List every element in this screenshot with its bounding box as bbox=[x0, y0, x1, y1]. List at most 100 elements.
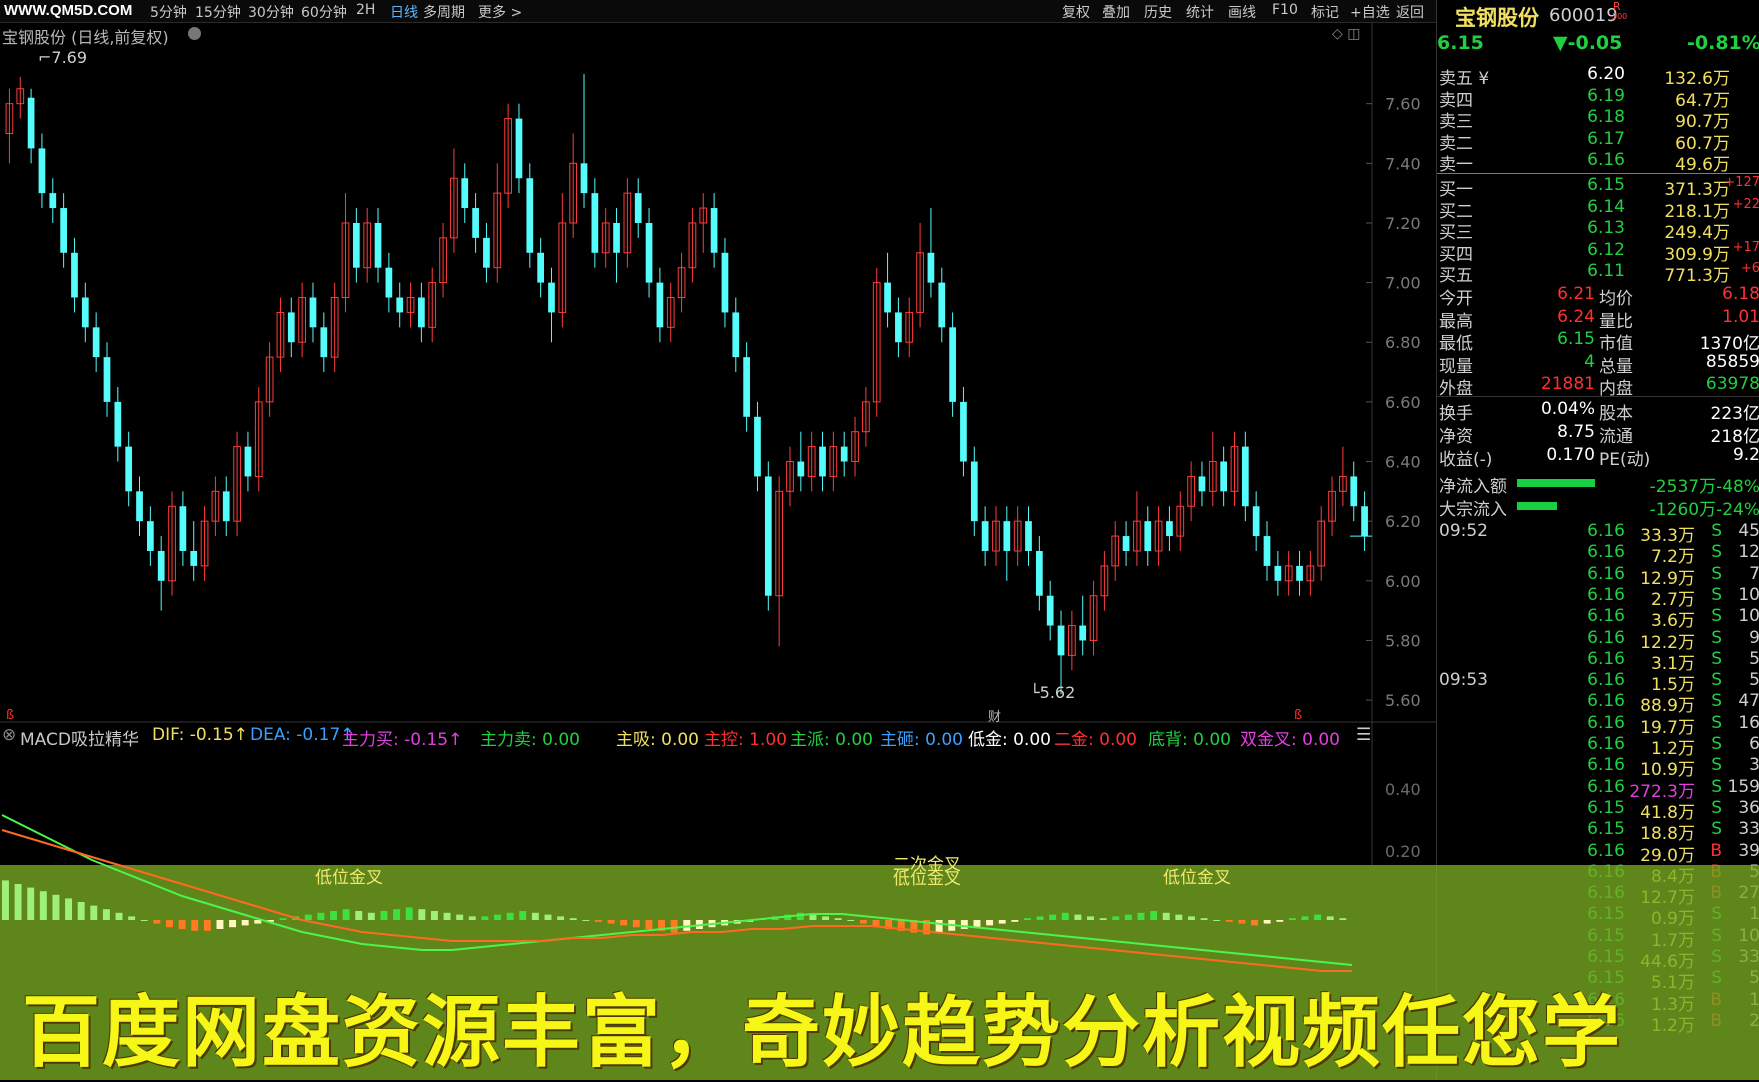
stat-label: 今开 bbox=[1439, 289, 1473, 309]
tick-count: 39 bbox=[1738, 840, 1759, 861]
bid-label: 买五 bbox=[1439, 266, 1473, 286]
tick-side: S bbox=[1711, 797, 1722, 818]
indicator-menu-icon[interactable]: ☰ bbox=[1356, 725, 1371, 745]
stat-value: 21881 bbox=[1540, 374, 1595, 394]
tick-side: S bbox=[1711, 584, 1722, 605]
candle-body bbox=[1046, 595, 1054, 626]
pct-change: -0.81% bbox=[1687, 32, 1759, 54]
stat-row: 现量 4 总量 85859 bbox=[1437, 352, 1759, 377]
bid-price: 6.14 bbox=[1587, 196, 1625, 217]
stat2-value: 0.04% bbox=[1540, 399, 1595, 419]
candle-body bbox=[634, 193, 642, 223]
bid-price: 6.11 bbox=[1587, 261, 1625, 281]
macd-annotation-3: 低位金叉 bbox=[893, 869, 961, 889]
tick-count: 10 bbox=[1738, 606, 1759, 627]
flow-bar bbox=[1517, 501, 1557, 510]
stat2-value-2: 9.2 bbox=[1732, 445, 1759, 465]
stat-value-2: 1.01 bbox=[1722, 306, 1759, 327]
stat2-label-2: PE(动) bbox=[1599, 450, 1651, 470]
stat-label-2: 均价 bbox=[1599, 289, 1633, 309]
bid-price: 6.13 bbox=[1587, 218, 1625, 238]
flow-label: 大宗流入 bbox=[1439, 499, 1507, 520]
indicator-toggle-icon[interactable]: ⊗ bbox=[2, 725, 16, 745]
bid-row: 买五 6.11 771.3万 +6 bbox=[1437, 261, 1759, 286]
tick-side: S bbox=[1711, 819, 1722, 840]
price-tick-label: 5.60 bbox=[1385, 691, 1421, 710]
candle-body bbox=[385, 267, 393, 298]
candle-body bbox=[38, 148, 46, 194]
candle-body bbox=[743, 357, 750, 417]
candle-body bbox=[797, 461, 805, 477]
stat-value-2: 1370亿 bbox=[1699, 334, 1759, 354]
tick-price: 6.16 bbox=[1587, 584, 1625, 605]
stat2-value-2: 218亿 bbox=[1710, 427, 1759, 447]
bid-row: 买四 6.12 309.9万 +17 bbox=[1437, 239, 1759, 265]
stat-value-2: 6.18 bbox=[1722, 284, 1759, 304]
candle-body bbox=[884, 282, 891, 313]
candle-body bbox=[418, 297, 425, 328]
tick-side: B bbox=[1710, 840, 1722, 861]
candle-body bbox=[1144, 521, 1152, 551]
candle-body bbox=[483, 237, 490, 268]
tick-price: 6.16 bbox=[1587, 734, 1625, 754]
stat-label-2: 市值 bbox=[1599, 334, 1633, 354]
stat-label-2: 总量 bbox=[1599, 356, 1633, 377]
indicator-name[interactable]: MACD吸拉精华 bbox=[20, 725, 139, 750]
candle-body bbox=[190, 550, 198, 566]
candle-body bbox=[548, 282, 555, 313]
tick-side: S bbox=[1711, 734, 1722, 754]
tick-row: 6.16 1.2万 S 6 bbox=[1437, 734, 1759, 759]
candle-body bbox=[352, 222, 360, 268]
tick-row: 6.16 12.2万 S 9 bbox=[1437, 627, 1759, 653]
candle-body bbox=[114, 401, 122, 447]
tick-row: 6.16 88.9万 S 47 bbox=[1437, 691, 1759, 716]
stat2-label: 收益(-) bbox=[1439, 450, 1493, 470]
ask-price: 6.19 bbox=[1587, 85, 1625, 106]
indicator-tick-label: 0.40 bbox=[1385, 780, 1421, 799]
tick-count: 10 bbox=[1738, 584, 1759, 605]
candle-body bbox=[1166, 521, 1173, 537]
tick-count: 5 bbox=[1749, 670, 1759, 691]
bid-price: 6.12 bbox=[1587, 239, 1625, 260]
candle-body bbox=[396, 297, 404, 313]
tick-count: 9 bbox=[1749, 627, 1759, 648]
stat2-row: 净资 8.75 流通 218亿 bbox=[1437, 422, 1759, 447]
stock-name: 宝钢股份 bbox=[1455, 6, 1539, 30]
tick-price: 6.16 bbox=[1587, 648, 1625, 669]
candle-body bbox=[1350, 476, 1358, 507]
tick-row: 6.16 29.0万 B 39 bbox=[1437, 840, 1759, 866]
tick-count: 159 bbox=[1727, 776, 1759, 797]
ask-price: 6.20 bbox=[1587, 64, 1625, 84]
tick-price: 6.16 bbox=[1587, 670, 1625, 691]
indicator-item: 低金: 0.00 bbox=[968, 730, 1051, 750]
tick-count: 45 bbox=[1738, 521, 1759, 541]
tick-side: S bbox=[1711, 712, 1722, 733]
candle-body bbox=[981, 521, 989, 551]
tick-side: S bbox=[1711, 521, 1722, 541]
tick-price: 6.16 bbox=[1587, 627, 1625, 648]
stock-code: 600019 bbox=[1549, 5, 1618, 26]
tick-row: 6.16 272.3万 S 159 bbox=[1437, 776, 1759, 802]
tick-price: 6.15 bbox=[1587, 819, 1625, 840]
tick-side: S bbox=[1711, 606, 1722, 627]
candle-body bbox=[222, 491, 230, 522]
ask-price: 6.16 bbox=[1587, 150, 1625, 170]
ask-label: 卖一 bbox=[1439, 155, 1473, 175]
stat-value: 6.15 bbox=[1557, 329, 1595, 349]
stat2-row: 收益(-) 0.170 PE(动) 9.2 bbox=[1437, 445, 1759, 470]
candle-body bbox=[645, 222, 653, 283]
price-tick-label: 7.40 bbox=[1385, 154, 1421, 173]
video-caption-text: 百度网盘资源丰富，奇妙趋势分析视频任您学 bbox=[22, 988, 1623, 1078]
flow-value: -2537万-48% bbox=[1649, 477, 1759, 497]
candle-body bbox=[49, 193, 57, 209]
stat2-value: 0.170 bbox=[1546, 445, 1595, 465]
bid-delta: +6 bbox=[1740, 261, 1759, 276]
candle-body bbox=[27, 97, 35, 149]
candle-body bbox=[157, 550, 165, 581]
indicator-item: 主砸: 0.00 bbox=[880, 730, 963, 750]
bid-row: 买三 6.13 249.4万 bbox=[1437, 218, 1759, 243]
candle-body bbox=[949, 327, 956, 402]
orderbook-divider bbox=[1437, 173, 1759, 174]
price-tick-label: 6.80 bbox=[1385, 333, 1421, 352]
tick-row: 6.16 3.1万 S 5 bbox=[1437, 648, 1759, 674]
